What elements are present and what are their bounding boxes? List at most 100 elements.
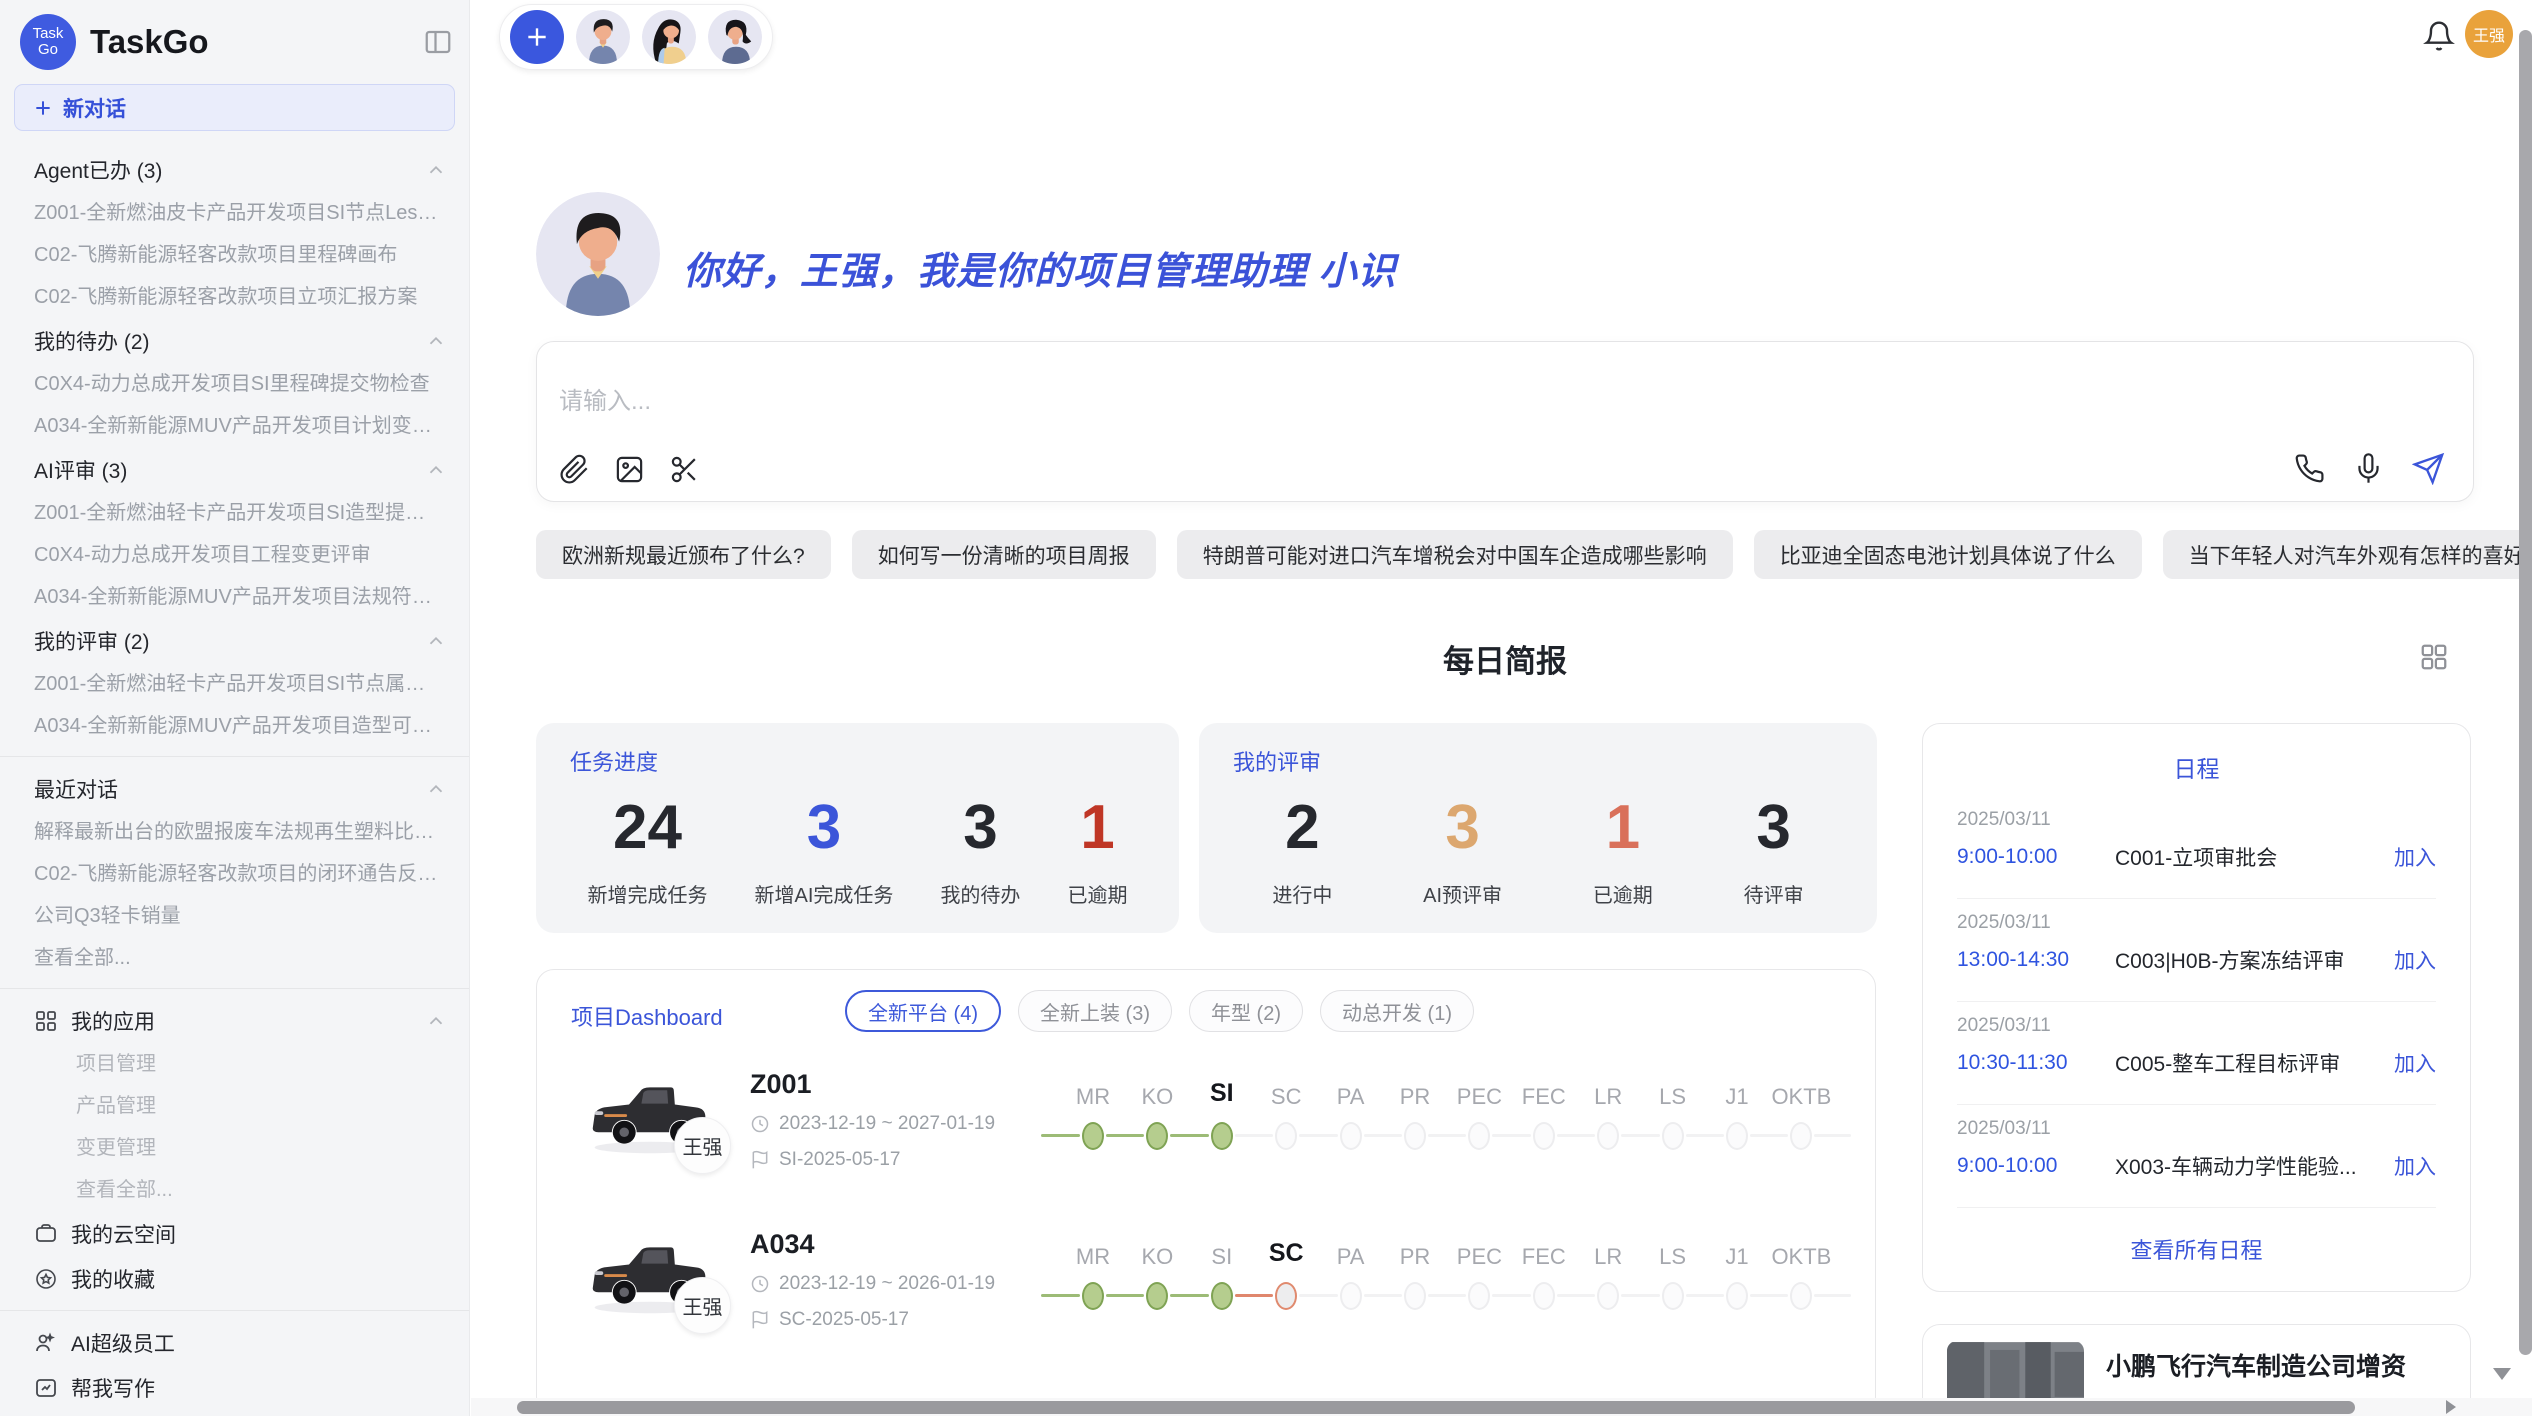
milestone-dot (1146, 1282, 1168, 1310)
sidebar-item[interactable]: C02-飞腾新能源轻客改款项目里程碑画布 (0, 234, 469, 276)
sidebar-tool-item[interactable]: 创意制图 (0, 1410, 469, 1416)
add-agent-button[interactable] (510, 10, 564, 64)
dashboard-filter-pill[interactable]: 全新平台 (4) (845, 990, 1001, 1032)
input-attachment-tools (559, 454, 700, 485)
schedule-name: C005-整车工程目标评审 (2115, 1048, 2394, 1078)
sidebar-item[interactable]: Z001-全新燃油轻卡产品开发项目SI造型提交物评审 (0, 492, 469, 534)
app-item[interactable]: 项目管理 (0, 1043, 469, 1085)
scroll-down-arrow-icon[interactable] (2493, 1368, 2511, 1380)
suggestion-chip[interactable]: 如何写一份清晰的项目周报 (852, 530, 1156, 579)
sidebar-collapse-icon[interactable] (423, 27, 453, 57)
scissors-icon[interactable] (669, 454, 700, 485)
sidebar-section-header[interactable]: AI评审 (3) (0, 447, 469, 492)
chat-input[interactable] (559, 388, 1459, 416)
sidebar-item[interactable]: A034-全新新能源MUV产品开发项目法规符合性评审 (0, 576, 469, 618)
input-action-tools (2294, 452, 2445, 485)
suggestion-chip[interactable]: 比亚迪全固态电池计划具体说了什么 (1754, 530, 2142, 579)
sidebar-section-header[interactable]: 我的待办 (2) (0, 318, 469, 363)
milestone-label: OKTB (1771, 1244, 1831, 1270)
milestone-dot (1211, 1282, 1233, 1310)
dashboard-filter-pill[interactable]: 全新上装 (3) (1018, 990, 1172, 1032)
sidebar-item-label: 帮我写作 (71, 1373, 155, 1403)
milestone-label: PEC (1457, 1244, 1502, 1270)
scroll-right-arrow-icon[interactable] (2446, 1400, 2456, 1414)
join-meeting-link[interactable]: 加入 (2394, 945, 2436, 975)
schedule-item-row: 9:00-10:00C001-立项审批会加入 (1957, 842, 2436, 872)
milestone-dot (1404, 1282, 1426, 1310)
user-avatar[interactable]: 王强 (2465, 10, 2513, 58)
agent-avatar[interactable] (576, 10, 630, 64)
phone-call-icon[interactable] (2294, 453, 2325, 484)
join-meeting-link[interactable]: 加入 (2394, 1048, 2436, 1078)
stat-value: 1 (1593, 797, 1653, 859)
sidebar-section-title: 最近对话 (34, 774, 118, 804)
image-icon[interactable] (614, 454, 645, 485)
sidebar-item-cloud-space[interactable]: 我的云空间 (0, 1211, 469, 1256)
divider (0, 988, 469, 989)
sidebar-item[interactable]: C0X4-动力总成开发项目工程变更评审 (0, 534, 469, 576)
schedule-item-row: 10:30-11:30C005-整车工程目标评审加入 (1957, 1048, 2436, 1078)
daily-briefing-title: 每日简报 (536, 636, 2474, 681)
sidebar-item[interactable]: A034-全新新能源MUV产品开发项目计划变更表编写 (0, 405, 469, 447)
notification-bell-icon[interactable] (2423, 20, 2455, 52)
send-icon[interactable] (2412, 452, 2445, 485)
app-item[interactable]: 产品管理 (0, 1085, 469, 1127)
milestone-dot (1662, 1122, 1684, 1150)
sidebar-tool-item[interactable]: AI超级员工 (0, 1320, 469, 1365)
stat-item: 2进行中 (1272, 797, 1332, 908)
schedule-item: 2025/03/119:00-10:00C001-立项审批会加入 (1957, 796, 2436, 899)
sidebar-section-header[interactable]: Agent已办 (3) (0, 147, 469, 192)
project-row[interactable]: 王强A0342023-12-19 ~ 2026-01-19SC-2025-05-… (537, 1221, 1875, 1379)
milestone-segment (1492, 1294, 1530, 1297)
recent-chat-item[interactable]: C02-飞腾新能源轻客改款项目的闭环通告反馈情况 (0, 853, 469, 895)
sidebar-item-star-circle[interactable]: 我的收藏 (0, 1256, 469, 1301)
join-meeting-link[interactable]: 加入 (2394, 1151, 2436, 1181)
milestone-label: PA (1337, 1084, 1365, 1110)
milestone-segment (1557, 1294, 1595, 1297)
sidebar-section-title: Agent已办 (3) (34, 155, 162, 185)
vertical-scrollbar[interactable] (2519, 30, 2532, 1355)
suggestion-chip[interactable]: 当下年轻人对汽车外观有怎样的喜好趋势 (2163, 530, 2532, 579)
milestone-label: KO (1141, 1244, 1173, 1270)
milestone-label: SI (1210, 1079, 1234, 1108)
sidebar-my-apps-header[interactable]: 我的应用 (0, 998, 469, 1043)
divider (0, 1310, 469, 1311)
milestone-dot (1275, 1282, 1297, 1310)
sidebar-section-header[interactable]: 最近对话 (0, 766, 469, 811)
agent-avatar[interactable] (708, 10, 762, 64)
sidebar-section-header[interactable]: 我的评审 (2) (0, 618, 469, 663)
project-row[interactable]: 王强Z0012023-12-19 ~ 2027-01-19SI-2025-05-… (537, 1061, 1875, 1219)
milestone-segment (1686, 1294, 1724, 1297)
briefing-layout-icon[interactable] (2419, 642, 2449, 672)
recent-chat-item[interactable]: 公司Q3轻卡销量 (0, 895, 469, 937)
schedule-time: 9:00-10:00 (1957, 845, 2115, 869)
app-item[interactable]: 变更管理 (0, 1127, 469, 1169)
stat-row: 2进行中3AI预评审1已逾期3待评审 (1199, 781, 1877, 923)
app-item[interactable]: 查看全部... (0, 1169, 469, 1211)
milestone-label: J1 (1725, 1084, 1748, 1110)
suggestion-chip[interactable]: 特朗普可能对进口汽车增税会对中国车企造成哪些影响 (1177, 530, 1733, 579)
sidebar-item[interactable]: Z001-全新燃油轻卡产品开发项目SI节点属性5D文件评审 (0, 663, 469, 705)
sidebar-tool-item[interactable]: 帮我写作 (0, 1365, 469, 1410)
schedule-title: 日程 (1923, 750, 2470, 784)
sidebar-item[interactable]: C0X4-动力总成开发项目SI里程碑提交物检查 (0, 363, 469, 405)
sidebar-item[interactable]: A034-全新新能源MUV产品开发项目造型可行性评审 (0, 705, 469, 747)
sidebar-item[interactable]: C02-飞腾新能源轻客改款项目立项汇报方案 (0, 276, 469, 318)
new-chat-button[interactable]: 新对话 (14, 84, 455, 131)
view-all-schedule-link[interactable]: 查看所有日程 (1923, 1233, 2470, 1265)
join-meeting-link[interactable]: 加入 (2394, 842, 2436, 872)
milestone-dot (1533, 1282, 1555, 1310)
agent-avatar[interactable] (642, 10, 696, 64)
sidebar-item[interactable]: Z001-全新燃油皮卡产品开发项目SI节点Lesson Learn报告 (0, 192, 469, 234)
paperclip-icon[interactable] (559, 454, 590, 485)
dashboard-filter-pill[interactable]: 动总开发 (1) (1320, 990, 1474, 1032)
microphone-icon[interactable] (2353, 453, 2384, 484)
suggestion-chip[interactable]: 欧洲新规最近颁布了什么? (536, 530, 831, 579)
recent-chat-item[interactable]: 查看全部... (0, 937, 469, 979)
stat-label: 我的待办 (940, 879, 1020, 908)
recent-chat-item[interactable]: 解释最新出台的欧盟报废车法规再生塑料比例被调至15%... (0, 811, 469, 853)
horizontal-scrollbar[interactable] (517, 1401, 2355, 1414)
milestone-dot (1146, 1122, 1168, 1150)
dashboard-filter-pill[interactable]: 年型 (2) (1189, 990, 1303, 1032)
stat-item: 1已逾期 (1593, 797, 1653, 908)
